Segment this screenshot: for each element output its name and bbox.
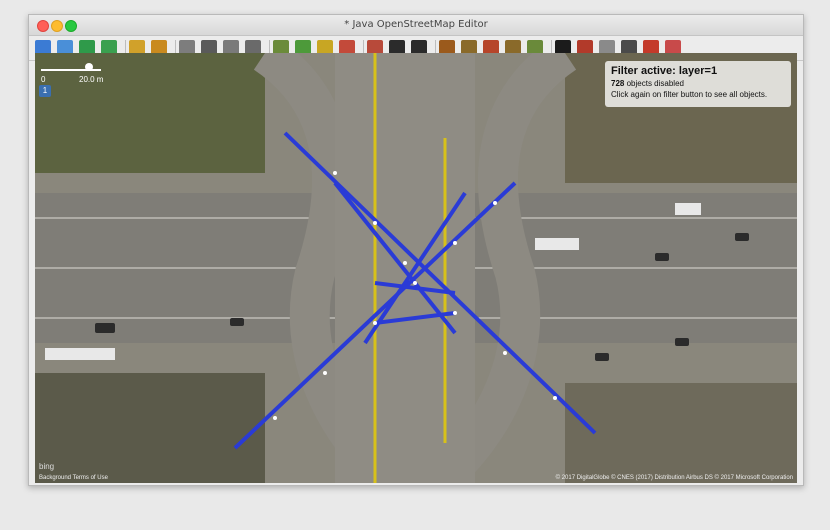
josm-window: * Java OpenStreetMap Editor 0 20.0 m 1 F… [28,14,804,486]
map-view[interactable]: 0 20.0 m 1 Filter active: layer=1 728 ob… [35,53,797,483]
attribution-terms-link[interactable]: Background Terms of Use [39,475,108,481]
title-bar: * Java OpenStreetMap Editor [29,15,803,36]
filter-title: Filter active: layer=1 [611,65,718,77]
bing-logo: bing [39,462,55,471]
filter-hint: Click again on filter button to see all … [611,90,768,99]
scale-end-label: 20.0 m [79,75,104,84]
scale-slider-handle[interactable] [85,63,93,71]
filter-disabled-line: 728 objects disabled [611,79,785,88]
vegetation-area [565,383,797,483]
vegetation-area [35,373,265,483]
window-title: * Java OpenStreetMap Editor [344,19,488,30]
filter-disabled-text: objects disabled [626,79,684,88]
layer-badge[interactable]: 1 [39,85,51,97]
aerial-map-svg[interactable] [35,53,797,483]
attribution-copyright: © 2017 DigitalGlobe © CNES (2017) Distri… [555,475,793,481]
scale-start-label: 0 [41,75,46,84]
filter-info-box: Filter active: layer=1 728 objects disab… [605,61,791,107]
filter-count: 728 [611,79,625,88]
